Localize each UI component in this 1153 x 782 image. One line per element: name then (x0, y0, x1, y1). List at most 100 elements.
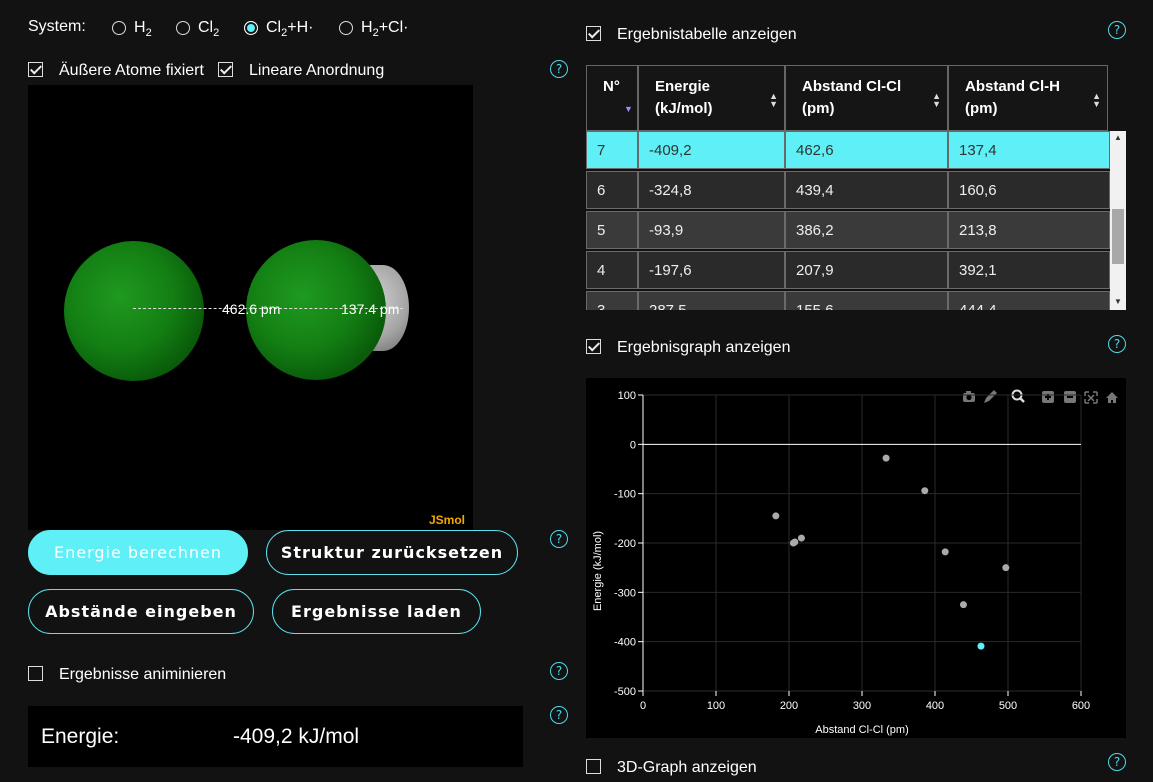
help-icon[interactable]: ? (550, 662, 568, 680)
results-graph[interactable]: 0 100 200 300 400 500 600 100 0 -100 -200 -300 -400 -… (586, 378, 1126, 738)
column-header-distance-clcl[interactable]: Abstand Cl-Cl (pm) ▲ ▼ (785, 65, 948, 131)
calculate-energy-button[interactable]: Energie berechnen (28, 530, 248, 575)
table-row[interactable]: 4 -197,6 207,9 392,1 (586, 251, 1110, 289)
table-row[interactable]: 7 -409,2 462,6 137,4 (586, 131, 1110, 169)
table-cell: 213,8 (948, 211, 1110, 249)
reset-structure-button[interactable]: Struktur zurücksetzen (266, 530, 518, 575)
data-point[interactable] (882, 454, 890, 462)
home-icon[interactable] (1106, 392, 1118, 403)
animate-results-label: Ergebnisse animinieren (59, 666, 227, 683)
y-tick-label: -500 (614, 686, 636, 698)
distance-clh-label: 137.4 pm (341, 301, 400, 317)
linear-arrangement-checkbox[interactable] (218, 62, 233, 77)
show-graph-label: Ergebnisgraph anzeigen (617, 339, 791, 356)
table-cell: 137,4 (948, 131, 1110, 169)
table-cell: 6 (586, 171, 638, 209)
column-header-unit: (kJ/mol) (655, 100, 713, 117)
x-tick-label: 600 (1072, 700, 1090, 712)
column-header-unit: (pm) (965, 100, 998, 117)
table-scrollbar[interactable]: ▲ ▼ (1110, 131, 1126, 310)
table-cell: 439,4 (785, 171, 948, 209)
system-radio-3[interactable] (339, 21, 353, 35)
table-row[interactable]: 6 -324,8 439,4 160,6 (586, 171, 1110, 209)
table-cell: 287,5 (638, 291, 785, 310)
column-header-label: Energie (655, 78, 711, 95)
table-cell: -197,6 (638, 251, 785, 289)
system-radio-0[interactable] (112, 21, 126, 35)
results-table: N° ▼ Energie (kJ/mol) ▲ ▼ Abstand Cl-Cl (… (586, 65, 1126, 310)
table-cell: 444,4 (948, 291, 1110, 310)
autoscale-icon[interactable] (1084, 391, 1098, 404)
y-axis-label: Energie (kJ/mol) (592, 531, 604, 611)
scrollbar-thumb[interactable] (1112, 209, 1124, 264)
enter-distances-button[interactable]: Abstände eingeben (28, 589, 254, 634)
table-cell: 386,2 (785, 211, 948, 249)
column-header-label: N° (603, 78, 620, 95)
system-radio-2[interactable] (244, 21, 258, 35)
pencil-icon[interactable] (984, 390, 997, 403)
system-radio-1[interactable] (176, 21, 190, 35)
linear-arrangement-label: Lineare Anordnung (249, 62, 385, 79)
data-point[interactable] (772, 512, 780, 520)
zoom-icon[interactable] (1011, 389, 1025, 403)
data-point[interactable] (959, 601, 967, 609)
zoom-out-icon[interactable] (1064, 391, 1076, 403)
column-header-number[interactable]: N° ▼ (586, 65, 638, 131)
help-icon[interactable]: ? (550, 706, 568, 724)
molecule-viewer[interactable]: 462.6 pm 137.4 pm JSmol (28, 85, 473, 530)
data-point[interactable] (921, 487, 929, 495)
help-icon[interactable]: ? (550, 60, 568, 78)
system-option-label: H2 (134, 19, 152, 40)
sort-icon: ▲ ▼ (769, 91, 778, 109)
scroll-down-icon[interactable]: ▼ (1114, 297, 1122, 306)
column-header-distance-clh[interactable]: Abstand Cl-H (pm) ▲ ▼ (948, 65, 1108, 131)
energy-value: -409,2 kJ/mol (233, 725, 360, 748)
outer-atoms-fixed-checkbox[interactable] (28, 62, 43, 77)
x-tick-label: 0 (640, 700, 646, 712)
y-tick-label: 100 (618, 390, 636, 402)
x-tick-label: 500 (999, 700, 1017, 712)
column-header-label: Abstand Cl-H (965, 78, 1060, 95)
table-cell: -409,2 (638, 131, 785, 169)
table-row[interactable]: 3287,5155,6444,4 (586, 291, 1110, 310)
x-tick-label: 100 (707, 700, 725, 712)
camera-icon[interactable] (963, 391, 975, 402)
sort-icon: ▲ ▼ (1092, 91, 1101, 109)
show-3d-graph-checkbox[interactable] (586, 759, 601, 774)
help-icon[interactable]: ? (1108, 753, 1126, 771)
help-icon[interactable]: ? (1108, 21, 1126, 39)
table-cell: -93,9 (638, 211, 785, 249)
data-point[interactable] (791, 538, 799, 546)
data-point[interactable] (941, 548, 949, 556)
x-tick-label: 400 (926, 700, 944, 712)
show-table-checkbox[interactable] (586, 26, 601, 41)
help-icon[interactable]: ? (550, 530, 568, 548)
data-point[interactable] (1002, 564, 1010, 572)
column-header-label: Abstand Cl-Cl (802, 78, 902, 95)
y-tick-label: 0 (630, 439, 636, 451)
column-header-energy[interactable]: Energie (kJ/mol) ▲ ▼ (638, 65, 785, 131)
data-point[interactable] (797, 534, 805, 542)
zoom-in-icon[interactable] (1042, 391, 1054, 403)
show-table-label: Ergebnistabelle anzeigen (617, 26, 797, 43)
load-results-button[interactable]: Ergebnisse laden (272, 589, 481, 634)
system-option-label: Cl2+H· (266, 19, 314, 40)
energy-label: Energie: (41, 725, 120, 748)
x-axis-label: Abstand Cl-Cl (pm) (815, 724, 909, 736)
table-cell: -324,8 (638, 171, 785, 209)
jsmol-logo: JSmol (429, 513, 466, 527)
scatter-chart: 0 100 200 300 400 500 600 100 0 -100 -200 -300 -400 -… (592, 389, 1118, 736)
chlorine-atom-left (64, 241, 204, 381)
scroll-up-icon[interactable]: ▲ (1114, 133, 1122, 142)
show-graph-checkbox[interactable] (586, 339, 601, 354)
help-icon[interactable]: ? (1108, 335, 1126, 353)
x-tick-label: 200 (780, 700, 798, 712)
outer-atoms-fixed-label: Äußere Atome fixiert (59, 62, 204, 79)
data-point-highlighted[interactable] (977, 642, 985, 650)
table-cell: 155,6 (785, 291, 948, 310)
table-row[interactable]: 5 -93,9 386,2 213,8 (586, 211, 1110, 249)
x-tick-label: 300 (853, 700, 871, 712)
table-cell: 160,6 (948, 171, 1110, 209)
sort-icon: ▲ ▼ (932, 91, 941, 109)
animate-results-checkbox[interactable] (28, 666, 43, 681)
